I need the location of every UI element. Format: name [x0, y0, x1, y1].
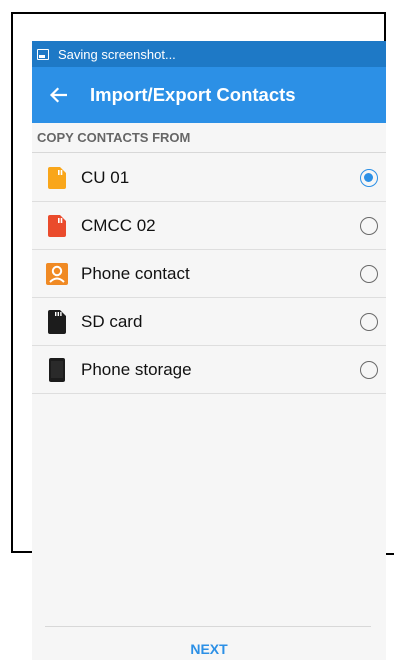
sd-card-icon — [46, 310, 68, 334]
frame-border-left — [11, 12, 13, 553]
radio-button[interactable] — [360, 265, 378, 283]
source-item-label: CU 01 — [81, 168, 130, 187]
source-item-sd-card[interactable]: SD card — [32, 298, 386, 346]
frame-border-bottom-right — [386, 553, 394, 555]
source-item-label: CMCC 02 — [81, 216, 156, 235]
frame-border-top — [11, 12, 386, 14]
arrow-left-icon[interactable] — [46, 83, 70, 107]
status-bar: Saving screenshot... — [32, 41, 386, 67]
radio-button[interactable] — [360, 361, 378, 379]
source-item-label: Phone contact — [81, 264, 190, 283]
sim-card-icon — [46, 214, 68, 238]
source-item-cu01[interactable]: CU 01 — [32, 154, 386, 202]
next-button[interactable]: NEXT — [32, 637, 386, 660]
source-item-cmcc02[interactable]: CMCC 02 — [32, 202, 386, 250]
source-item-label: Phone storage — [81, 360, 192, 379]
source-item-phone-contact[interactable]: Phone contact — [32, 250, 386, 298]
source-item-phone-storage[interactable]: Phone storage — [32, 346, 386, 394]
source-item-label: SD card — [81, 312, 143, 331]
footer-divider — [45, 626, 371, 627]
frame-border-bottom-left — [11, 551, 32, 553]
section-header-label: COPY CONTACTS FROM — [37, 130, 191, 145]
page-title: Import/Export Contacts — [90, 84, 296, 105]
radio-button[interactable] — [360, 217, 378, 235]
sim-card-icon — [46, 166, 68, 190]
radio-button[interactable] — [360, 169, 378, 187]
radio-button[interactable] — [360, 313, 378, 331]
status-notification-text: Saving screenshot... — [58, 46, 176, 62]
phone-screen: Saving screenshot... Import/Export Conta… — [32, 41, 386, 660]
source-list: CU 01 CMCC 02 Phone contact SD card Phon… — [32, 154, 386, 394]
screenshot-icon — [37, 48, 49, 60]
next-button-label: NEXT — [190, 641, 228, 657]
app-bar: Import/Export Contacts — [32, 67, 386, 123]
phone-icon — [46, 358, 68, 382]
contact-person-icon — [46, 262, 68, 286]
section-header: COPY CONTACTS FROM — [32, 123, 386, 153]
